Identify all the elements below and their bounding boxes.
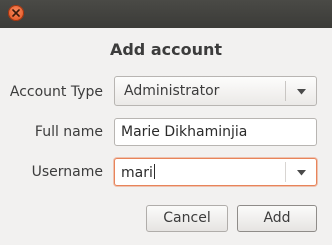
account-type-select[interactable]: Administrator [114, 76, 317, 106]
close-icon [12, 9, 20, 17]
username-value-wrap: mari [121, 164, 155, 181]
username-value: mari [121, 165, 153, 181]
full-name-label: Full name [34, 124, 103, 140]
account-type-value: Administrator [124, 83, 220, 99]
username-label: Username [31, 164, 103, 180]
dialog-title: Add account [109, 40, 223, 59]
add-button[interactable]: Add [237, 205, 317, 232]
combo-separator [285, 81, 286, 101]
combo-separator [285, 162, 286, 182]
account-type-label: Account Type [9, 84, 103, 100]
add-account-dialog: Add account Account Type Administrator F… [0, 0, 332, 245]
chevron-down-icon[interactable] [297, 170, 306, 176]
full-name-field[interactable]: Marie Dikhaminjia [114, 118, 317, 146]
title-bar [0, 0, 332, 28]
text-cursor [153, 164, 155, 179]
close-button[interactable] [8, 5, 24, 21]
full-name-value: Marie Dikhaminjia [121, 124, 248, 140]
cancel-button[interactable]: Cancel [146, 205, 228, 232]
chevron-down-icon [297, 89, 306, 95]
username-field[interactable]: mari [114, 158, 317, 186]
